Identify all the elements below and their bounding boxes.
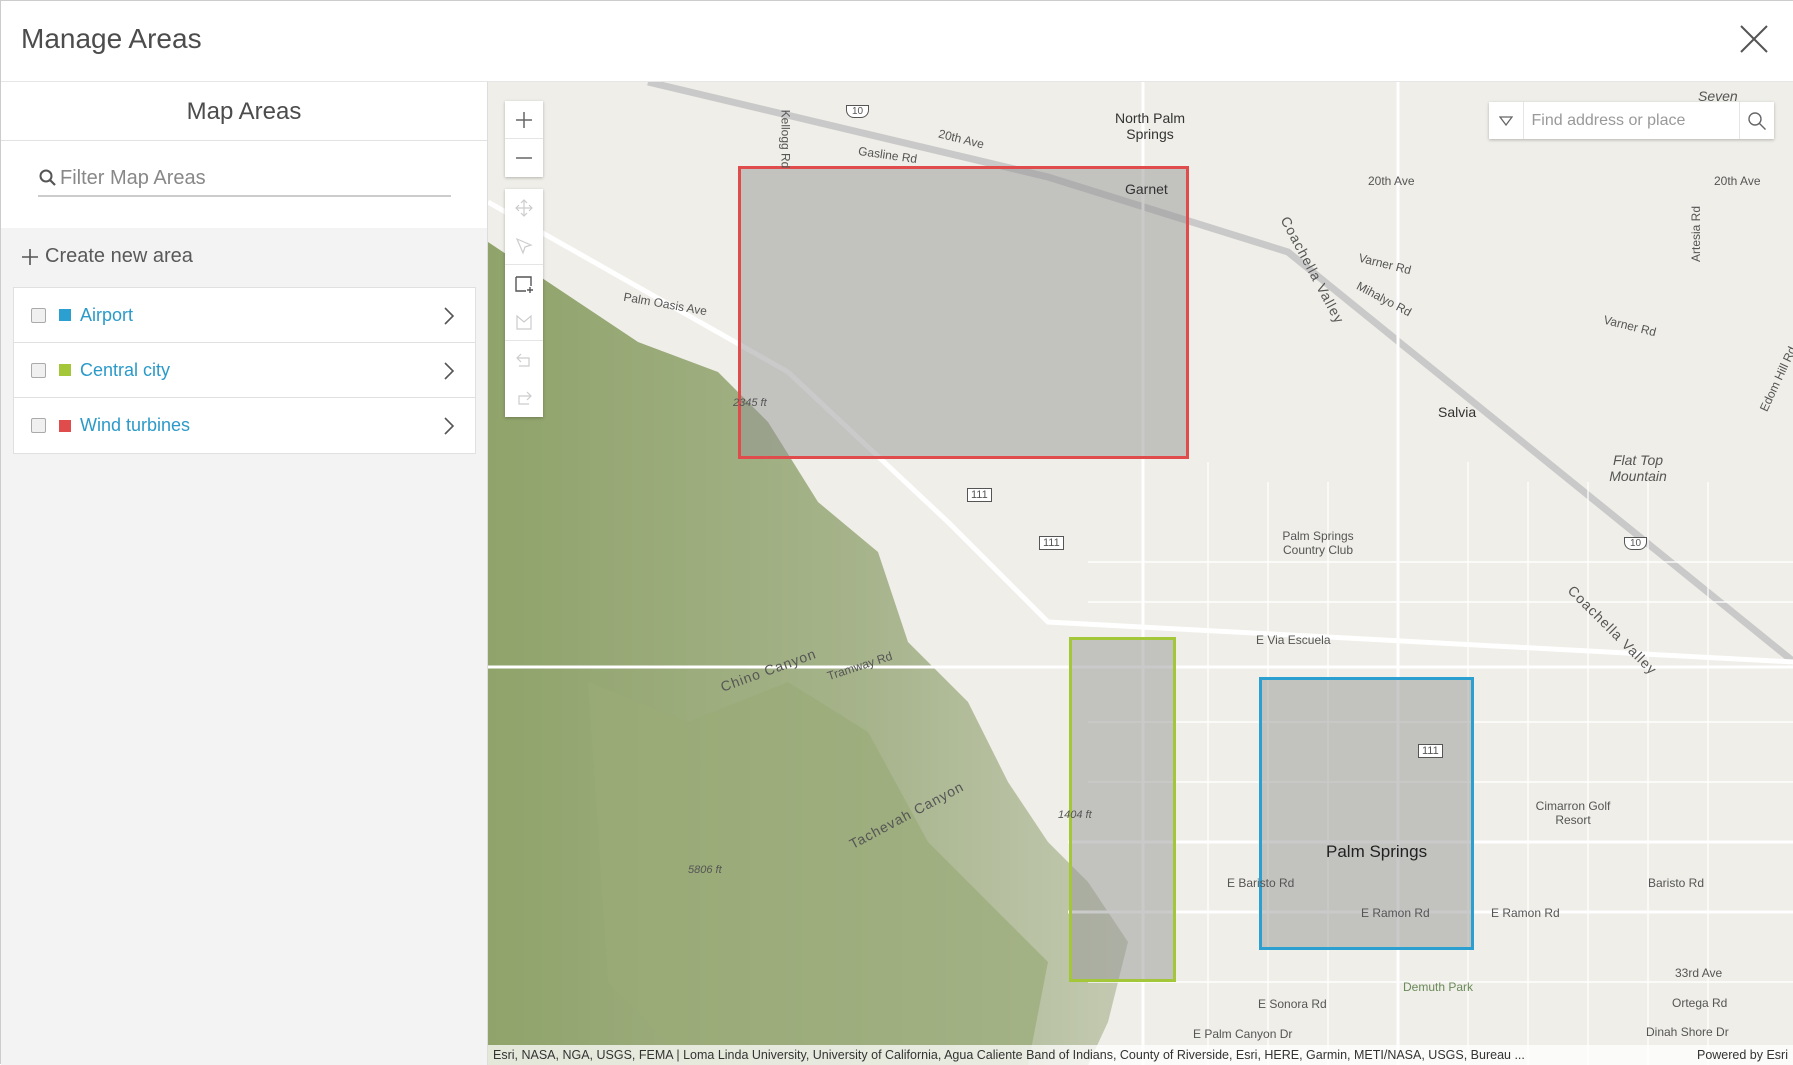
map-label: 1404 ft — [1058, 809, 1092, 821]
search-icon — [39, 169, 56, 186]
map-label: Cimarron Golf Resort — [1535, 799, 1611, 827]
rectangle-add-icon — [515, 276, 533, 293]
redo-button[interactable] — [505, 379, 543, 417]
area-label: Wind turbines — [80, 415, 191, 435]
zoom-in-button[interactable] — [505, 101, 543, 139]
zoom-out-button[interactable] — [505, 139, 543, 177]
map-label: Demuth Park — [1403, 980, 1474, 994]
filter-input[interactable] — [60, 166, 430, 190]
search-icon — [1748, 111, 1766, 130]
move-button[interactable] — [505, 189, 543, 227]
map-attribution: Esri, NASA, NGA, USGS, FEMA | Loma Linda… — [488, 1045, 1793, 1065]
dialog-header: Manage Areas — [1, 1, 1793, 82]
color-swatch — [59, 364, 71, 376]
select-button[interactable] — [505, 227, 543, 265]
highway-shield: 111 — [1039, 536, 1064, 550]
create-new-area-label: Create new area — [45, 245, 193, 267]
map-label: Kellogg Rd — [778, 109, 793, 169]
checkbox[interactable] — [31, 307, 46, 323]
highway-shield: 111 — [967, 488, 992, 502]
area-label: Airport — [80, 304, 134, 325]
map-label: E Ramon Rd — [1361, 906, 1430, 920]
map-label: E Baristo Rd — [1227, 876, 1295, 890]
map-view[interactable]: North Palm Springs Garnet Salvia Palm Sp… — [488, 82, 1793, 1065]
map-areas-panel: Map Areas Create new area Airport Centra… — [1, 82, 488, 1065]
draw-rectangle-button[interactable] — [505, 265, 543, 303]
map-label: Baristo Rd — [1648, 876, 1705, 890]
draw-polygon-button[interactable] — [505, 303, 543, 341]
map-label: Artesia Rd — [1689, 205, 1704, 263]
undo-button[interactable] — [505, 341, 543, 379]
undo-icon — [516, 353, 530, 367]
color-swatch — [59, 309, 71, 321]
close-icon[interactable] — [1738, 23, 1770, 55]
address-search-input[interactable] — [1523, 102, 1739, 139]
attribution-text: Esri, NASA, NGA, USGS, FEMA | Loma Linda… — [493, 1048, 1525, 1062]
area-wind-turbines[interactable] — [738, 166, 1189, 459]
map-label: Salvia — [1438, 404, 1477, 420]
plus-icon — [516, 111, 532, 128]
minus-icon — [516, 157, 532, 159]
map-label: E Sonora Rd — [1258, 997, 1327, 1011]
polygon-icon — [516, 314, 532, 330]
search-source-dropdown[interactable] — [1489, 102, 1524, 139]
list-item-wind-turbines[interactable]: Wind turbines — [14, 398, 475, 453]
map-label: 20th Ave — [1714, 174, 1761, 188]
map-label: E Ramon Rd — [1491, 906, 1560, 920]
areas-list: Airport Central city Wind turbines — [13, 287, 476, 454]
sketch-toolbar — [505, 189, 543, 417]
map-label: E Via Escuela — [1256, 633, 1331, 647]
map-label: E Palm Canyon Dr — [1193, 1027, 1293, 1041]
list-item-airport[interactable]: Airport — [14, 288, 475, 343]
create-new-area-button[interactable]: Create new area — [21, 245, 193, 268]
checkbox[interactable] — [31, 362, 46, 378]
search-button[interactable] — [1738, 102, 1774, 139]
checkbox[interactable] — [31, 418, 46, 433]
map-label: 5806 ft — [688, 864, 722, 876]
chevron-right-icon[interactable] — [443, 361, 455, 381]
address-search — [1489, 102, 1774, 139]
panel-title: Map Areas — [1, 82, 487, 141]
chevron-right-icon[interactable] — [443, 416, 455, 436]
map-label: Garnet — [1125, 181, 1168, 197]
map-label: Palm Springs Country Club — [1282, 529, 1354, 557]
map-label: Flat Top Mountain — [1609, 452, 1667, 484]
map-label: North Palm Springs — [1114, 110, 1186, 142]
map-label: 33rd Ave — [1675, 966, 1723, 980]
cursor-icon — [515, 237, 533, 255]
redo-icon — [518, 391, 532, 405]
zoom-controls — [505, 101, 543, 177]
map-label: 2345 ft — [733, 397, 767, 409]
plus-icon — [22, 248, 38, 265]
move-icon — [515, 199, 533, 217]
interstate-shield: 10 — [1624, 537, 1648, 550]
map-label: Ortega Rd — [1672, 996, 1728, 1010]
color-swatch — [59, 419, 71, 432]
list-item-central-city[interactable]: Central city — [14, 343, 475, 398]
powered-by-link[interactable]: Powered by Esri — [1697, 1045, 1788, 1065]
highway-shield: 111 — [1418, 744, 1443, 758]
dialog-title: Manage Areas — [21, 23, 202, 54]
map-label: Palm Springs — [1326, 842, 1428, 861]
map-label: 20th Ave — [1368, 174, 1415, 188]
map-label: Dinah Shore Dr — [1646, 1025, 1729, 1039]
filter-field[interactable] — [38, 161, 451, 197]
triangle-down-icon — [1498, 115, 1513, 126]
interstate-shield: 10 — [846, 105, 870, 118]
area-label: Central city — [80, 359, 171, 380]
chevron-right-icon[interactable] — [443, 306, 455, 326]
